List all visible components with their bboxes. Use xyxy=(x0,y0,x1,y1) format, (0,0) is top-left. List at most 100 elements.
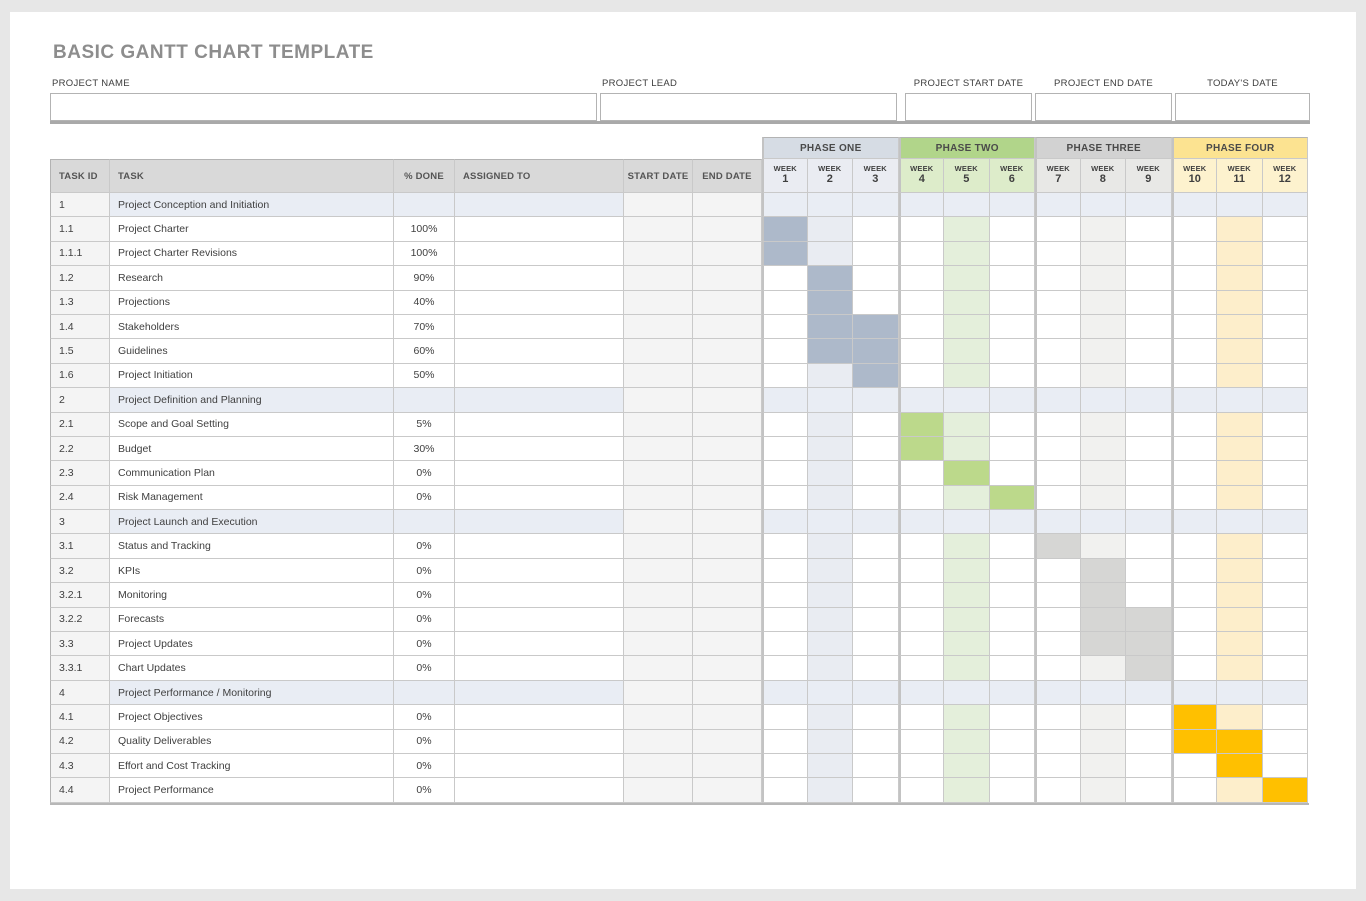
gantt-cell-week-1[interactable] xyxy=(762,291,808,315)
gantt-cell-week-5[interactable] xyxy=(944,534,990,558)
gantt-cell-week-12[interactable] xyxy=(1263,291,1309,315)
gantt-cell-week-11[interactable] xyxy=(1217,486,1263,510)
gantt-cell-week-10[interactable] xyxy=(1172,413,1218,437)
cell-task-id[interactable]: 4.2 xyxy=(50,730,110,754)
cell-task[interactable]: Monitoring xyxy=(110,583,394,607)
cell-task-id[interactable]: 2.2 xyxy=(50,437,110,461)
cell-start-date[interactable] xyxy=(624,193,693,217)
cell-task[interactable]: Risk Management xyxy=(110,486,394,510)
cell-task[interactable]: Quality Deliverables xyxy=(110,730,394,754)
cell-task-id[interactable]: 1.4 xyxy=(50,315,110,339)
cell-task-id[interactable]: 4.4 xyxy=(50,778,110,802)
gantt-cell-week-12[interactable] xyxy=(1263,315,1309,339)
gantt-cell-week-9[interactable] xyxy=(1126,656,1172,680)
gantt-cell-week-3[interactable] xyxy=(853,388,899,412)
gantt-cell-week-11[interactable] xyxy=(1217,291,1263,315)
cell-task-id[interactable]: 3.2 xyxy=(50,559,110,583)
gantt-cell-week-1[interactable] xyxy=(762,242,808,266)
cell-task[interactable]: Project Charter xyxy=(110,217,394,241)
gantt-cell-week-6[interactable] xyxy=(990,339,1036,363)
gantt-cell-week-1[interactable] xyxy=(762,534,808,558)
cell-pct-done[interactable]: 100% xyxy=(394,242,455,266)
gantt-cell-week-11[interactable] xyxy=(1217,608,1263,632)
cell-pct-done[interactable]: 0% xyxy=(394,754,455,778)
gantt-cell-week-5[interactable] xyxy=(944,583,990,607)
gantt-cell-week-10[interactable] xyxy=(1172,364,1218,388)
cell-start-date[interactable] xyxy=(624,486,693,510)
cell-start-date[interactable] xyxy=(624,754,693,778)
cell-end-date[interactable] xyxy=(693,559,762,583)
gantt-cell-week-9[interactable] xyxy=(1126,217,1172,241)
cell-end-date[interactable] xyxy=(693,754,762,778)
cell-start-date[interactable] xyxy=(624,656,693,680)
cell-end-date[interactable] xyxy=(693,730,762,754)
gantt-cell-week-2[interactable] xyxy=(808,437,854,461)
cell-pct-done[interactable]: 0% xyxy=(394,656,455,680)
cell-pct-done[interactable]: 0% xyxy=(394,632,455,656)
gantt-cell-week-1[interactable] xyxy=(762,559,808,583)
gantt-cell-week-5[interactable] xyxy=(944,217,990,241)
gantt-cell-week-6[interactable] xyxy=(990,315,1036,339)
cell-start-date[interactable] xyxy=(624,217,693,241)
cell-task-id[interactable]: 1.5 xyxy=(50,339,110,363)
gantt-cell-week-4[interactable] xyxy=(899,656,945,680)
cell-pct-done[interactable]: 100% xyxy=(394,217,455,241)
cell-start-date[interactable] xyxy=(624,291,693,315)
gantt-cell-week-9[interactable] xyxy=(1126,705,1172,729)
gantt-cell-week-2[interactable] xyxy=(808,217,854,241)
gantt-cell-week-8[interactable] xyxy=(1081,632,1127,656)
gantt-cell-week-1[interactable] xyxy=(762,656,808,680)
gantt-cell-week-5[interactable] xyxy=(944,608,990,632)
cell-end-date[interactable] xyxy=(693,388,762,412)
gantt-cell-week-11[interactable] xyxy=(1217,559,1263,583)
gantt-cell-week-3[interactable] xyxy=(853,730,899,754)
cell-task-id[interactable]: 2 xyxy=(50,388,110,412)
gantt-cell-week-11[interactable] xyxy=(1217,413,1263,437)
gantt-cell-week-9[interactable] xyxy=(1126,242,1172,266)
project-lead-input[interactable] xyxy=(600,93,897,121)
cell-start-date[interactable] xyxy=(624,339,693,363)
gantt-cell-week-8[interactable] xyxy=(1081,217,1127,241)
cell-task[interactable]: Project Performance / Monitoring xyxy=(110,681,394,705)
cell-start-date[interactable] xyxy=(624,730,693,754)
gantt-cell-week-5[interactable] xyxy=(944,413,990,437)
gantt-cell-week-1[interactable] xyxy=(762,583,808,607)
cell-task[interactable]: Guidelines xyxy=(110,339,394,363)
cell-assigned-to[interactable] xyxy=(455,461,624,485)
cell-task-id[interactable]: 4 xyxy=(50,681,110,705)
project-start-date-input[interactable] xyxy=(905,93,1032,121)
cell-assigned-to[interactable] xyxy=(455,656,624,680)
gantt-cell-week-12[interactable] xyxy=(1263,681,1309,705)
gantt-cell-week-6[interactable] xyxy=(990,217,1036,241)
gantt-cell-week-9[interactable] xyxy=(1126,266,1172,290)
cell-pct-done[interactable] xyxy=(394,388,455,412)
gantt-cell-week-10[interactable] xyxy=(1172,486,1218,510)
gantt-cell-week-11[interactable] xyxy=(1217,730,1263,754)
gantt-cell-week-7[interactable] xyxy=(1035,437,1081,461)
cell-assigned-to[interactable] xyxy=(455,730,624,754)
cell-assigned-to[interactable] xyxy=(455,339,624,363)
gantt-cell-week-9[interactable] xyxy=(1126,559,1172,583)
cell-task-id[interactable]: 1.1.1 xyxy=(50,242,110,266)
cell-task[interactable]: Chart Updates xyxy=(110,656,394,680)
gantt-cell-week-12[interactable] xyxy=(1263,754,1309,778)
gantt-cell-week-10[interactable] xyxy=(1172,388,1218,412)
gantt-cell-week-3[interactable] xyxy=(853,413,899,437)
gantt-cell-week-2[interactable] xyxy=(808,681,854,705)
gantt-cell-week-7[interactable] xyxy=(1035,778,1081,802)
gantt-cell-week-1[interactable] xyxy=(762,754,808,778)
gantt-cell-week-2[interactable] xyxy=(808,388,854,412)
cell-start-date[interactable] xyxy=(624,632,693,656)
gantt-cell-week-10[interactable] xyxy=(1172,315,1218,339)
gantt-cell-week-3[interactable] xyxy=(853,583,899,607)
gantt-cell-week-11[interactable] xyxy=(1217,217,1263,241)
gantt-cell-week-12[interactable] xyxy=(1263,266,1309,290)
gantt-cell-week-10[interactable] xyxy=(1172,632,1218,656)
cell-end-date[interactable] xyxy=(693,608,762,632)
gantt-cell-week-9[interactable] xyxy=(1126,632,1172,656)
cell-assigned-to[interactable] xyxy=(455,242,624,266)
project-name-input[interactable] xyxy=(50,93,597,121)
gantt-cell-week-12[interactable] xyxy=(1263,242,1309,266)
cell-pct-done[interactable]: 0% xyxy=(394,778,455,802)
gantt-cell-week-3[interactable] xyxy=(853,266,899,290)
